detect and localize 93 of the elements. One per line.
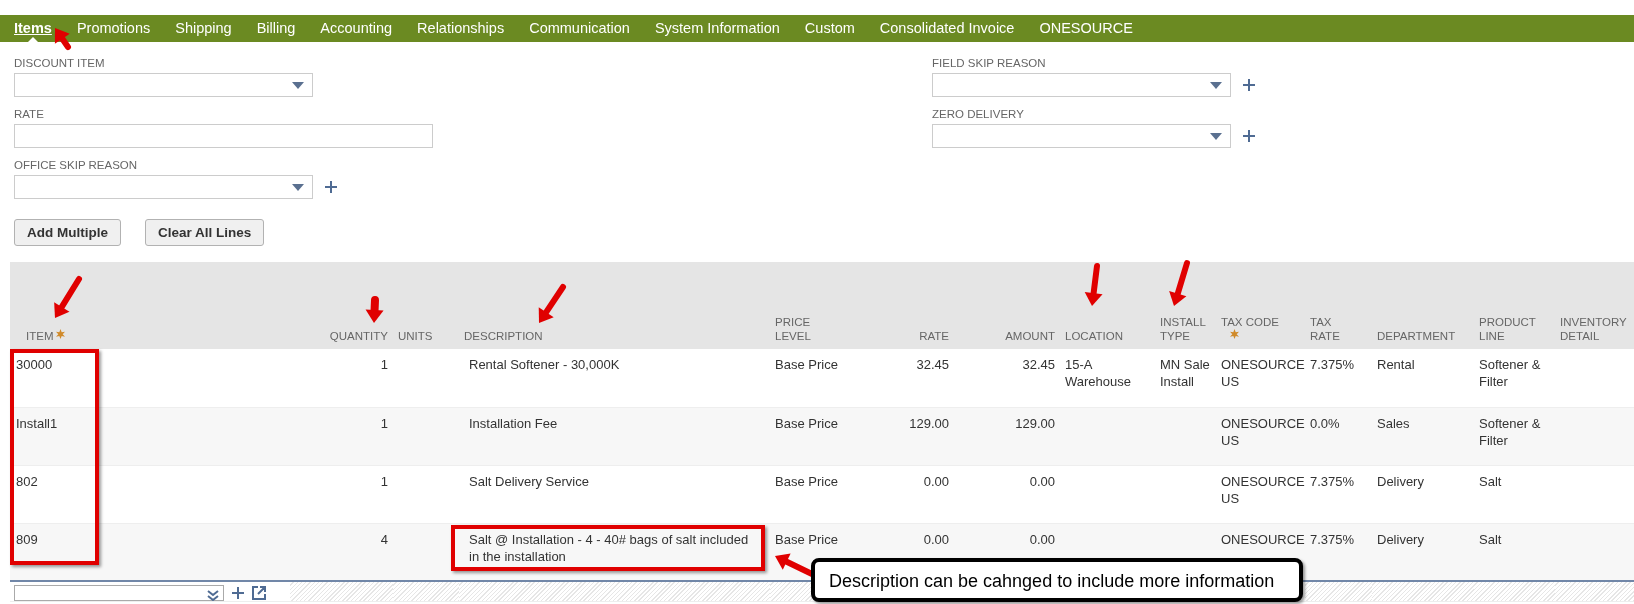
table-cell: 7.375%	[1310, 531, 1355, 547]
column-header: UNITS	[398, 329, 433, 343]
tab[interactable]: Promotions	[76, 15, 151, 42]
field-label: OFFICE SKIP REASON	[14, 158, 139, 172]
popout-icon[interactable]	[252, 586, 266, 600]
dropdown-field[interactable]	[932, 73, 1231, 97]
table-cell: 4	[380, 531, 388, 547]
table-cell: 1	[380, 357, 388, 372]
table-cell: Base Price	[775, 415, 838, 431]
table-cell: Rental Softener - 30,000K	[469, 357, 620, 372]
caret-icon	[292, 82, 304, 89]
column-header: PRICE LEVEL	[775, 315, 811, 343]
table-cell: Rental	[1377, 357, 1415, 372]
caret-icon	[292, 184, 304, 191]
caret-icon	[1210, 133, 1222, 140]
chevron-icon[interactable]	[207, 590, 219, 601]
tab[interactable]: Custom	[804, 15, 855, 42]
table-cell: Softener & Filter	[1479, 415, 1541, 448]
table-cell: ONESOURCE US	[1221, 473, 1305, 506]
column-header: INSTALL TYPE	[1160, 315, 1206, 343]
table-cell: ONESOURCE US	[1221, 357, 1305, 389]
table-cell: Salt	[1479, 473, 1502, 489]
table-cell: 0.00	[1029, 531, 1055, 547]
tab[interactable]: Relationships	[417, 15, 505, 42]
table-cell: MN Sale Install	[1160, 357, 1210, 389]
add-icon[interactable]	[232, 587, 244, 599]
required-icon	[1230, 329, 1239, 339]
table-cell: 0.00	[923, 531, 949, 547]
table-cell: 32.45	[916, 357, 949, 372]
column-header: LOCATION	[1065, 329, 1123, 343]
table-cell: Delivery	[1377, 473, 1424, 489]
table-cell: 30000	[16, 357, 53, 372]
table-cell: 129.00	[909, 415, 949, 431]
table-cell: Install1	[16, 415, 58, 431]
action-button[interactable]: Clear All Lines	[145, 219, 265, 246]
column-header: AMOUNT	[1005, 329, 1055, 343]
table-cell: Delivery	[1377, 531, 1424, 547]
table-cell: Salt @ Installation - 4 - 40# bags of salt included in the installation	[451, 524, 765, 571]
table-cell: 7.375%	[1310, 473, 1355, 489]
tab[interactable]: Billing	[256, 15, 296, 42]
table-cell: 802	[16, 473, 38, 489]
column-header: DESCRIPTION	[464, 329, 543, 343]
table-cell: Base Price	[775, 531, 838, 547]
tab[interactable]: System Information	[654, 15, 780, 42]
table-cell: ONESOURCE	[1221, 531, 1305, 547]
dropdown-field[interactable]	[14, 73, 313, 97]
table-cell: 32.45	[1022, 357, 1055, 372]
column-header: RATE	[919, 329, 949, 343]
add-icon[interactable]	[1243, 130, 1255, 142]
table-cell: 1	[380, 415, 388, 431]
field-label: FIELD SKIP REASON	[932, 56, 1047, 70]
table-cell: Installation Fee	[469, 415, 558, 431]
table-cell: 7.375%	[1310, 357, 1355, 372]
column-header: DEPARTMENT	[1377, 329, 1456, 343]
tab[interactable]: Communication	[529, 15, 630, 42]
column-header: PRODUCT LINE	[1479, 315, 1536, 343]
caret-icon	[1210, 82, 1222, 89]
add-icon[interactable]	[325, 181, 337, 193]
field-label: RATE	[14, 107, 45, 121]
table-cell: 809	[16, 531, 38, 547]
table-cell: Softener & Filter	[1479, 357, 1541, 389]
add-icon[interactable]	[1243, 79, 1255, 91]
tab[interactable]: Accounting	[320, 15, 393, 42]
table-cell: 1	[380, 473, 388, 489]
input-field[interactable]	[14, 124, 433, 148]
table-cell: 129.00	[1015, 415, 1055, 431]
dropdown-field[interactable]	[932, 124, 1231, 148]
column-header: ITEM	[26, 330, 54, 342]
tab[interactable]: Shipping	[175, 15, 232, 42]
item-entry-field[interactable]	[14, 585, 224, 601]
column-header: INVENTORY DETAIL	[1560, 315, 1627, 343]
table-cell: 0.0%	[1310, 415, 1340, 431]
table-cell: ONESOURCE US	[1221, 415, 1305, 448]
table-cell: Base Price	[775, 357, 838, 372]
field-label: DISCOUNT ITEM	[14, 56, 106, 70]
tab[interactable]: ONESOURCE	[1039, 15, 1133, 42]
column-header: TAX CODE	[1221, 316, 1279, 328]
table-cell: 0.00	[1029, 473, 1055, 489]
table-cell: Salt Delivery Service	[469, 473, 589, 489]
table-cell: Sales	[1377, 415, 1410, 431]
column-header: QUANTITY	[329, 329, 388, 343]
table-cell: 0.00	[923, 473, 949, 489]
callout-note: Description can be cahnged to include more information	[811, 558, 1303, 602]
table-cell: Salt	[1479, 531, 1502, 547]
table-cell: Base Price	[775, 473, 838, 489]
column-header: TAX RATE	[1310, 315, 1340, 343]
dropdown-field[interactable]	[14, 175, 313, 199]
tab[interactable]: Consolidated Invoice	[879, 15, 1015, 42]
action-button[interactable]: Add Multiple	[14, 219, 121, 246]
tab[interactable]: Items	[14, 15, 52, 42]
field-label: ZERO DELIVERY	[932, 107, 1025, 121]
required-icon	[56, 329, 66, 339]
table-cell: 15-A Warehouse	[1065, 357, 1131, 389]
